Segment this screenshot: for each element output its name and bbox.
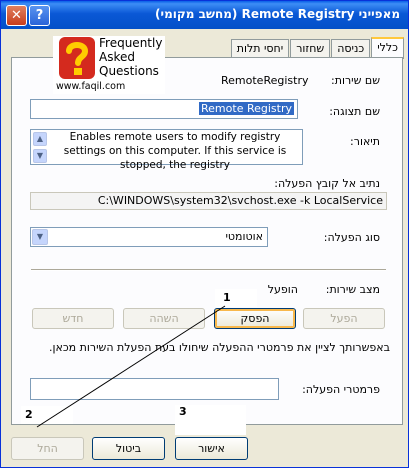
faq-line-1: Frequently — [99, 36, 163, 50]
annotation-1: 1 — [223, 291, 231, 304]
faq-logo-text: Frequently Asked Questions — [99, 36, 162, 78]
description-label: תיאור: — [350, 135, 380, 148]
chevron-down-icon[interactable]: ▼ — [32, 229, 48, 245]
annotation-2: 2 — [25, 408, 33, 421]
faq-url: www.faqil.com — [56, 81, 126, 92]
faq-line-2: Asked — [99, 50, 135, 64]
display-name-label: שם תצוגה: — [329, 105, 380, 118]
close-icon[interactable]: ✕ — [6, 5, 27, 26]
tab-recovery[interactable]: שחזור — [290, 39, 331, 59]
faq-line-3: Questions — [99, 64, 159, 78]
annotation-3: 3 — [179, 405, 187, 418]
startup-type-label: סוג הפעלה: — [323, 231, 380, 244]
question-mark-icon — [59, 37, 95, 79]
cancel-button[interactable]: ביטול — [92, 437, 165, 460]
ok-button[interactable]: אישור — [175, 437, 248, 460]
stop-button[interactable]: הפסק — [214, 308, 296, 329]
resume-button[interactable]: חדש — [32, 308, 114, 329]
faq-logo: Frequently Asked Questions www.faqil.com — [53, 36, 165, 94]
tab-logon[interactable]: כניסה — [331, 39, 371, 59]
help-icon[interactable]: ? — [29, 5, 50, 26]
tab-general[interactable]: כללי — [371, 37, 404, 59]
service-name-label: שם שירות: — [331, 74, 380, 87]
tab-strip: כללי כניסה שחזור יחסי תלות — [230, 37, 404, 59]
display-name-value: Remote Registry — [199, 102, 294, 115]
display-name-field[interactable]: Remote Registry — [30, 99, 298, 119]
window-title: מאפייני Remote Registry (מחשב מקומי) — [155, 7, 400, 21]
startup-type-select[interactable]: ▼ אוטומטי — [30, 227, 268, 247]
start-params-info: באפשרותך לציין את פרמטרי ההפעלה שיחולו ב… — [49, 341, 390, 354]
apply-button[interactable]: החל — [11, 437, 84, 460]
start-params-label: פרמטרי הפעלה: — [302, 383, 380, 396]
divider — [31, 269, 386, 271]
status-value: הופעל — [267, 283, 298, 296]
start-params-input[interactable] — [30, 378, 279, 400]
path-value: C:\WINDOWS\system32\svchost.exe -k Local… — [97, 194, 383, 207]
tab-dependencies[interactable]: יחסי תלות — [230, 39, 290, 59]
scroll-down-icon[interactable]: ▼ — [33, 149, 47, 163]
path-field: C:\WINDOWS\system32\svchost.exe -k Local… — [30, 192, 387, 210]
pause-button[interactable]: השהה — [123, 308, 205, 329]
scroll-up-icon[interactable]: ▲ — [33, 132, 47, 146]
description-box[interactable]: ▲ ▼ Enables remote users to modify regis… — [30, 129, 303, 171]
annotation-box — [215, 289, 257, 307]
status-label: מצב שירות: — [325, 283, 380, 296]
path-label: נתיב אל קובץ הפעלה: — [274, 177, 380, 190]
properties-dialog: ✕ ? מאפייני Remote Registry (מחשב מקומי)… — [0, 0, 409, 468]
startup-type-value: אוטומטי — [225, 230, 263, 243]
service-name-value: RemoteRegistry — [221, 74, 309, 87]
start-button[interactable]: הפעל — [303, 308, 385, 329]
title-bar[interactable]: ✕ ? מאפייני Remote Registry (מחשב מקומי) — [1, 1, 408, 29]
description-text: Enables remote users to modify registry … — [63, 131, 287, 171]
